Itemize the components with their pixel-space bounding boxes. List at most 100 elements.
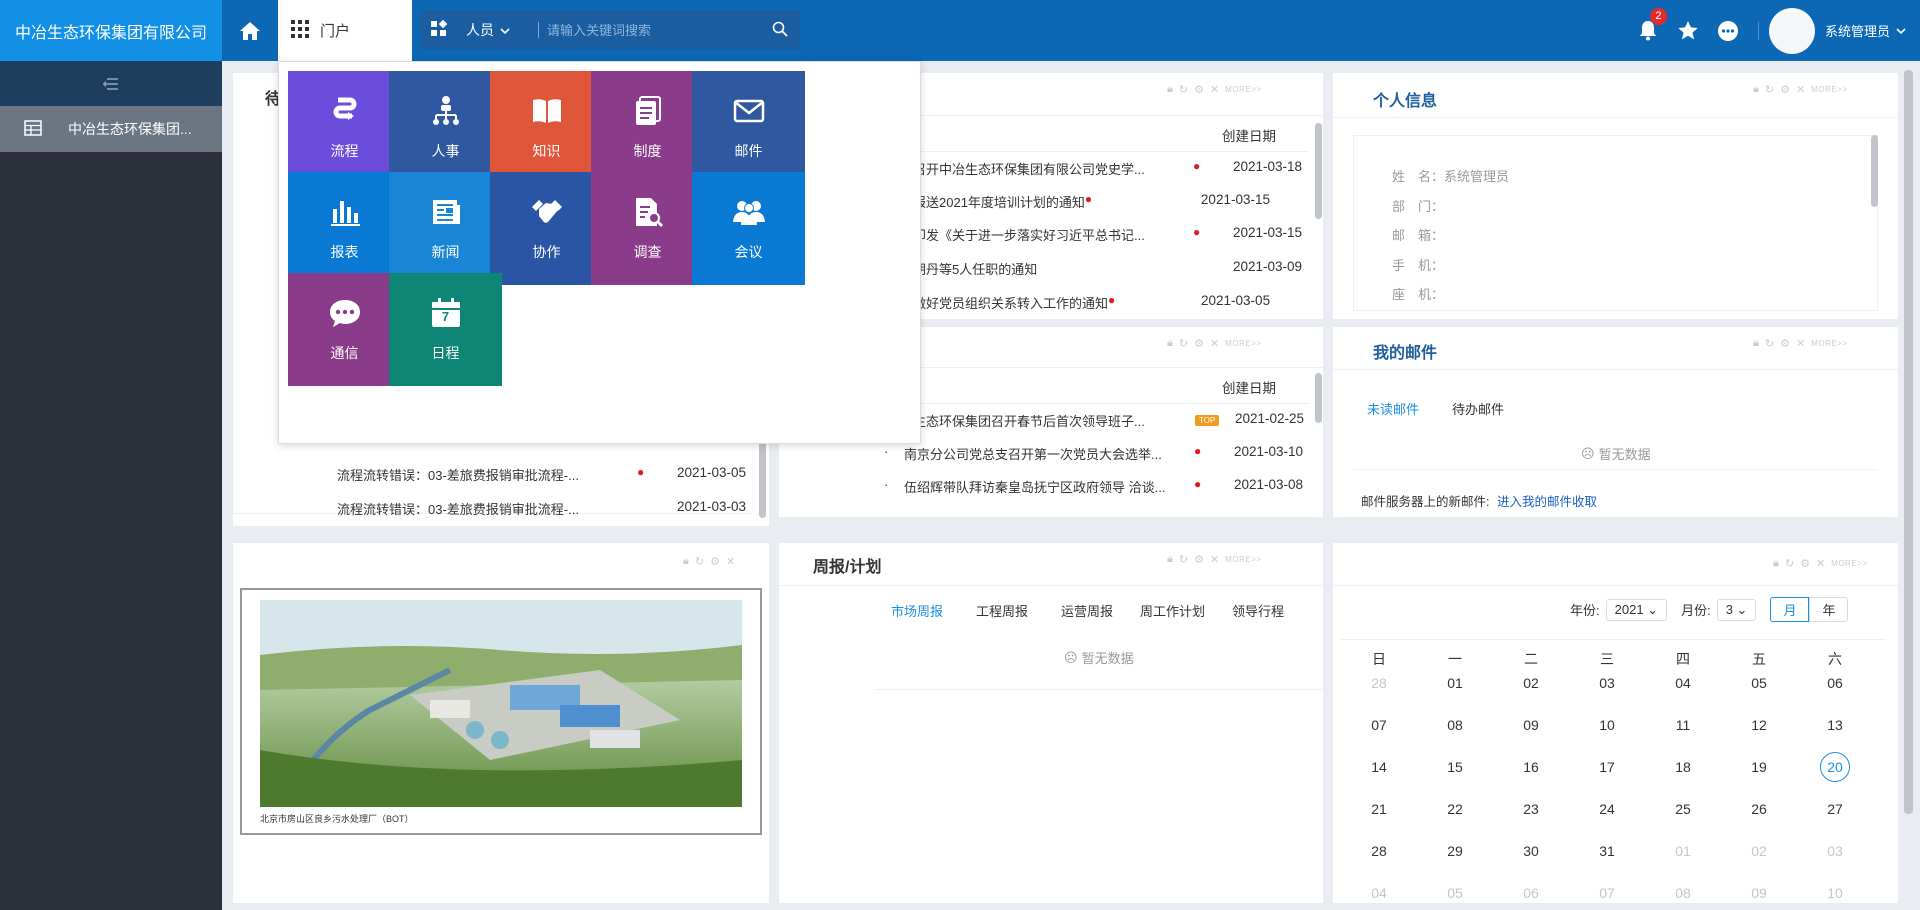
- app-tile-survey[interactable]: 调查: [591, 172, 704, 285]
- brand-title[interactable]: 中冶生态环保集团有限公司: [0, 0, 222, 61]
- app-tile-newspaper[interactable]: 新闻: [389, 172, 502, 285]
- close-icon[interactable]: ✕: [726, 555, 735, 568]
- gear-icon[interactable]: ⚙: [1194, 83, 1204, 96]
- calendar-day[interactable]: 17: [1582, 759, 1632, 775]
- calendar-day[interactable]: 02: [1734, 843, 1784, 859]
- chevron-down-icon[interactable]: [1896, 23, 1906, 38]
- calendar-day[interactable]: 15: [1430, 759, 1480, 775]
- calendar-day[interactable]: 13: [1810, 717, 1860, 733]
- refresh-icon[interactable]: ↻: [1785, 557, 1794, 570]
- list-item[interactable]: · 伍绍辉带队拜访秦皇岛抚宁区政府领导 洽谈... ● 2021-03-08: [884, 477, 1303, 496]
- more-link[interactable]: MORE>>: [1225, 555, 1261, 564]
- list-item[interactable]: 胡丹等5人任职的通知 2021-03-09: [913, 259, 1302, 278]
- lock-icon[interactable]: 🔒︎: [1167, 83, 1173, 96]
- calendar-day[interactable]: 02: [1506, 675, 1556, 691]
- app-tile-handshake[interactable]: 协作: [490, 172, 603, 285]
- calendar-day[interactable]: 08: [1430, 717, 1480, 733]
- refresh-icon[interactable]: ↻: [1179, 553, 1188, 566]
- app-tile-document-stack[interactable]: 制度: [591, 71, 704, 184]
- list-item[interactable]: 做好党员组织关系转入工作的通知 ● 2021-03-05: [913, 293, 1270, 312]
- more-options-icon[interactable]: [1708, 20, 1748, 42]
- calendar-day[interactable]: 23: [1506, 801, 1556, 817]
- more-link[interactable]: MORE>>: [1811, 85, 1847, 94]
- close-icon[interactable]: ✕: [1796, 337, 1805, 350]
- calendar-day[interactable]: 29: [1430, 843, 1480, 859]
- calendar-day[interactable]: 06: [1810, 675, 1860, 691]
- tab-leader-schedule[interactable]: 领导行程: [1232, 601, 1284, 620]
- calendar-day[interactable]: 28: [1354, 843, 1404, 859]
- scrollbar[interactable]: [1315, 373, 1322, 423]
- notifications-button[interactable]: 2: [1628, 8, 1668, 41]
- lock-icon[interactable]: 🔒︎: [1167, 337, 1173, 350]
- calendar-day[interactable]: 03: [1582, 675, 1632, 691]
- app-tile-mail[interactable]: 邮件: [692, 71, 805, 184]
- page-scrollbar[interactable]: [1904, 70, 1913, 814]
- calendar-day[interactable]: 07: [1582, 885, 1632, 901]
- list-item[interactable]: · 南京分公司党总支召开第一次党员大会选举... ● 2021-03-10: [884, 444, 1303, 463]
- search-scope-select[interactable]: 人员: [420, 19, 538, 41]
- portal-menu-tab[interactable]: 门户: [278, 0, 412, 61]
- refresh-icon[interactable]: ↻: [1179, 337, 1188, 350]
- more-link[interactable]: MORE>>: [1811, 339, 1847, 348]
- calendar-day[interactable]: 08: [1658, 885, 1708, 901]
- calendar-day[interactable]: 06: [1506, 885, 1556, 901]
- close-icon[interactable]: ✕: [1796, 83, 1805, 96]
- calendar-day[interactable]: 10: [1810, 885, 1860, 901]
- refresh-icon[interactable]: ↻: [695, 555, 704, 568]
- list-item[interactable]: 报送2021年度培训计划的通知 ● 2021-03-15: [913, 192, 1270, 211]
- close-icon[interactable]: ✕: [1210, 337, 1219, 350]
- refresh-icon[interactable]: ↻: [1765, 337, 1774, 350]
- scrollbar[interactable]: [1315, 123, 1322, 219]
- month-select[interactable]: 3 ⌄: [1716, 598, 1757, 621]
- calendar-day[interactable]: 04: [1658, 675, 1708, 691]
- avatar[interactable]: [1768, 7, 1815, 54]
- calendar-day[interactable]: 12: [1734, 717, 1784, 733]
- gear-icon[interactable]: ⚙: [1780, 337, 1790, 350]
- tab-pending-mail[interactable]: 待办邮件: [1452, 399, 1504, 418]
- tab-unread-mail[interactable]: 未读邮件: [1367, 399, 1419, 418]
- gear-icon[interactable]: ⚙: [1780, 83, 1790, 96]
- search-icon[interactable]: [772, 21, 788, 40]
- gear-icon[interactable]: ⚙: [710, 555, 720, 568]
- gear-icon[interactable]: ⚙: [1800, 557, 1810, 570]
- lock-icon[interactable]: 🔒︎: [1167, 553, 1173, 566]
- calendar-day[interactable]: 19: [1734, 759, 1784, 775]
- scrollbar[interactable]: [1871, 135, 1878, 207]
- app-tile-bar-chart[interactable]: 报表: [288, 172, 401, 285]
- calendar-day[interactable]: 09: [1506, 717, 1556, 733]
- calendar-day[interactable]: 05: [1734, 675, 1784, 691]
- lock-icon[interactable]: 🔒︎: [1753, 337, 1759, 350]
- sidebar-item-company[interactable]: 中冶生态环保集团...: [0, 106, 222, 152]
- tab-engineering-weekly[interactable]: 工程周报: [976, 601, 1028, 620]
- tab-market-weekly[interactable]: 市场周报: [891, 601, 943, 620]
- calendar-day[interactable]: 10: [1582, 717, 1632, 733]
- close-icon[interactable]: ✕: [1816, 557, 1825, 570]
- user-name[interactable]: 系统管理员: [1825, 21, 1890, 40]
- lock-icon[interactable]: 🔒︎: [683, 555, 689, 568]
- calendar-day[interactable]: 30: [1506, 843, 1556, 859]
- calendar-day[interactable]: 20: [1810, 752, 1860, 782]
- more-link[interactable]: MORE>>: [1225, 339, 1261, 348]
- calendar-day[interactable]: 27: [1810, 801, 1860, 817]
- app-tile-chat[interactable]: 通信: [288, 273, 401, 386]
- calendar-day[interactable]: 01: [1658, 843, 1708, 859]
- gear-icon[interactable]: ⚙: [1194, 337, 1204, 350]
- project-photo-frame[interactable]: 北京市房山区良乡污水处理厂（BOT）: [240, 588, 762, 835]
- app-tile-calendar[interactable]: 7 日程: [389, 273, 502, 386]
- calendar-day[interactable]: 24: [1582, 801, 1632, 817]
- app-tile-org-chart[interactable]: 人事: [389, 71, 502, 184]
- more-link[interactable]: MORE>>: [1831, 559, 1867, 568]
- calendar-day[interactable]: 01: [1430, 675, 1480, 691]
- calendar-day[interactable]: 05: [1430, 885, 1480, 901]
- calendar-day[interactable]: 18: [1658, 759, 1708, 775]
- calendar-day[interactable]: 09: [1734, 885, 1784, 901]
- calendar-day[interactable]: 25: [1658, 801, 1708, 817]
- view-month-button[interactable]: 月: [1770, 597, 1810, 622]
- calendar-day[interactable]: 03: [1810, 843, 1860, 859]
- app-tile-workflow[interactable]: 流程: [288, 71, 401, 184]
- view-year-button[interactable]: 年: [1809, 597, 1849, 622]
- close-icon[interactable]: ✕: [1210, 553, 1219, 566]
- calendar-day[interactable]: 14: [1354, 759, 1404, 775]
- search-input[interactable]: [547, 22, 767, 38]
- gear-icon[interactable]: ⚙: [1194, 553, 1204, 566]
